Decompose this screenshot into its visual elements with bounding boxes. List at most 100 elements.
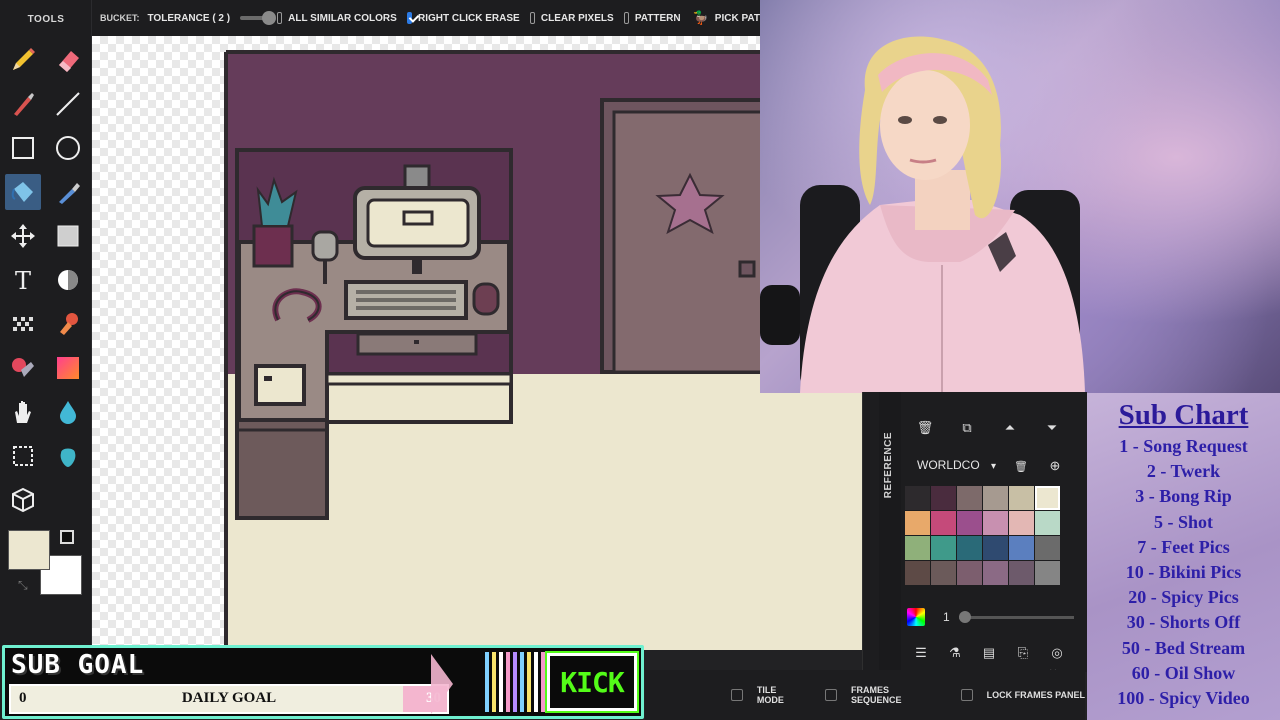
blur-tool-icon[interactable]: [50, 394, 86, 430]
reset-colors-icon[interactable]: ⤡: [18, 578, 28, 593]
palette-swatch[interactable]: [905, 536, 930, 560]
palette-swatch[interactable]: [931, 536, 956, 560]
color-wheel-icon[interactable]: [907, 608, 925, 626]
layer-opacity-slider[interactable]: [959, 611, 1074, 623]
kick-logo: KICK: [545, 651, 639, 713]
palette-name: WORLDCO: [917, 458, 980, 472]
line-tool-icon[interactable]: [50, 86, 86, 122]
palette-swatch[interactable]: [957, 561, 982, 585]
palette-swatch[interactable]: [905, 511, 930, 535]
palette-swatch[interactable]: [1035, 536, 1060, 560]
swap-colors-icon[interactable]: [60, 530, 74, 544]
palette-grid: [905, 486, 1060, 585]
list-icon[interactable]: ☰: [911, 643, 931, 663]
sub-goal-label: DAILY GOAL: [181, 690, 277, 706]
tools-title: TOOLS: [27, 14, 65, 25]
tolerance-slider[interactable]: [240, 11, 277, 25]
bucket-tool-icon[interactable]: [5, 174, 41, 210]
palette-swatch[interactable]: [957, 511, 982, 535]
settings-icon[interactable]: ◎: [1047, 643, 1067, 663]
reference-label[interactable]: REFERENCE: [883, 432, 894, 498]
sub-goal-stripes: [485, 652, 545, 712]
hand-tool-icon[interactable]: [5, 394, 41, 430]
palette-swatch[interactable]: [931, 561, 956, 585]
palette-swatch[interactable]: [1009, 536, 1034, 560]
rectangle-tool-icon[interactable]: [5, 130, 41, 166]
palette-swatch[interactable]: [1035, 486, 1060, 510]
palette-name-select[interactable]: WORLDCO ▾: [917, 458, 996, 472]
eraser-tool-icon[interactable]: [50, 42, 86, 78]
tile-mode-label: TILE MODE: [756, 685, 784, 705]
clear-pixels-checkbox[interactable]: [529, 12, 535, 24]
export-icon[interactable]: ⎘: [1013, 643, 1033, 663]
status-bar: TILE MODE FRAMES SEQUENCE LOCK FRAMES PA…: [645, 670, 1085, 720]
frames-sequence-label: FRAMES SEQUENCE: [851, 685, 902, 705]
add-palette-icon[interactable]: ⊕: [1045, 456, 1065, 476]
select-tool-icon[interactable]: [50, 218, 86, 254]
sub-goal-widget: SUB GOAL DAILY GOAL 0 30 KICK: [2, 645, 644, 719]
ellipse-tool-icon[interactable]: [50, 130, 86, 166]
trash-icon[interactable]: 🗑: [915, 418, 935, 438]
palette-swatch[interactable]: [905, 561, 930, 585]
screen: TOOLS T ⤡ BUCKET: TOLERANCE (2) ALL SI…: [0, 0, 1280, 720]
palette-swatch[interactable]: [931, 511, 956, 535]
pencil-tool-icon[interactable]: [5, 42, 41, 78]
lock-frames-panel-checkbox[interactable]: [960, 689, 973, 701]
palette-swatch[interactable]: [957, 486, 982, 510]
palette-swatch[interactable]: [983, 511, 1008, 535]
palette-swatch[interactable]: [1009, 511, 1034, 535]
sub-chart-item: 30 - Shorts Off: [1126, 612, 1241, 633]
pick-pattern-label[interactable]: PICK PAT: [715, 13, 760, 24]
dither-tool-icon[interactable]: [5, 306, 41, 342]
all-similar-colors-label: ALL SIMILAR COLORS: [288, 12, 397, 24]
sub-goal-title: SUB GOAL: [11, 650, 145, 680]
palette-swatch[interactable]: [931, 486, 956, 510]
pattern-checkbox[interactable]: [623, 12, 629, 24]
sub-chart-item: 7 - Feet Pics: [1137, 536, 1230, 557]
palette-swatch[interactable]: [1009, 561, 1034, 585]
sub-chart-item: 5 - Shot: [1153, 511, 1213, 532]
layer-count: 1: [943, 610, 950, 624]
sub-goal-progress-bar: DAILY GOAL 0 30: [9, 684, 449, 714]
palette-swatch[interactable]: [983, 536, 1008, 560]
dodge-tool-icon[interactable]: [50, 262, 86, 298]
move-up-icon[interactable]: ⏶: [1000, 418, 1020, 438]
sub-chart-item: 60 - Oil Show: [1131, 662, 1236, 683]
move-tool-icon[interactable]: [5, 218, 41, 254]
pixel-art-room: [224, 50, 866, 650]
palette-swatch[interactable]: [1035, 511, 1060, 535]
delete-palette-icon[interactable]: 🗑: [1011, 456, 1031, 476]
frames-sequence-checkbox[interactable]: [825, 689, 838, 701]
stamp-tool-icon[interactable]: [50, 306, 86, 342]
right-click-erase-checkbox[interactable]: [406, 12, 413, 24]
pattern-label: PATTERN: [634, 12, 681, 24]
smudge-tool-icon[interactable]: [50, 438, 86, 474]
eyedropper-tool-icon[interactable]: [50, 174, 86, 210]
tolerance-label: TOLERANCE ( 2 ): [147, 12, 231, 24]
sub-goal-current: 0: [19, 690, 27, 706]
palette-swatch[interactable]: [957, 536, 982, 560]
color-replace-tool-icon[interactable]: [5, 350, 41, 386]
duck-icon[interactable]: 🦆: [693, 10, 709, 26]
crop-tool-icon[interactable]: [5, 438, 41, 474]
duplicate-icon[interactable]: ⧉: [957, 418, 977, 438]
primary-color-swatch[interactable]: [8, 530, 50, 570]
gradient-tool-icon[interactable]: [50, 350, 86, 386]
palette-swatch[interactable]: [1009, 486, 1034, 510]
palette-swatch[interactable]: [1035, 561, 1060, 585]
sub-chart: Sub Chart 1 - Song Request 2 - Twerk 3 -…: [1087, 393, 1280, 720]
palette-swatch[interactable]: [983, 561, 1008, 585]
palette-swatch[interactable]: [905, 486, 930, 510]
palette-swatch[interactable]: [983, 486, 1008, 510]
move-down-icon[interactable]: ⏷: [1042, 418, 1062, 438]
flask-icon[interactable]: ⚗: [945, 643, 965, 663]
clear-pixels-label: CLEAR PIXELS: [540, 12, 614, 24]
tile-mode-checkbox[interactable]: [731, 689, 743, 701]
file-icon[interactable]: ▤: [979, 643, 999, 663]
svg-text:T: T: [15, 267, 31, 295]
all-similar-colors-checkbox[interactable]: [276, 12, 283, 24]
brush-tool-icon[interactable]: [5, 86, 41, 122]
drawing-canvas[interactable]: [92, 36, 872, 650]
text-tool-icon[interactable]: T: [5, 262, 41, 298]
3d-cube-icon[interactable]: [5, 482, 41, 518]
